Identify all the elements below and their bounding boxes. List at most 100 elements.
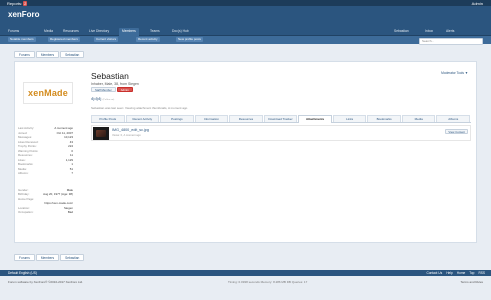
nav-tab-live-directory[interactable]: Live Directory: [89, 28, 109, 34]
nav-tab-resources[interactable]: Resources: [63, 28, 79, 34]
stat-row: Albums: 7: [16, 171, 75, 176]
attachment-thumbnail[interactable]: [93, 127, 109, 140]
sub-nav: Notable members Registered members Curre…: [0, 36, 491, 44]
footer-link-help[interactable]: Help: [446, 271, 453, 275]
search-input[interactable]: Search...: [419, 38, 483, 45]
terms-link[interactable]: Terms and Rules: [460, 280, 483, 284]
site-header: [0, 6, 491, 26]
tab-profile-posts[interactable]: Profile Posts: [91, 115, 125, 122]
stat-key: Last Activity:: [18, 126, 35, 130]
nav-tab-teams[interactable]: Teams: [150, 28, 160, 34]
breadcrumb-sebastian[interactable]: Sebastian: [60, 254, 85, 261]
admin-badge: Admin: [116, 87, 133, 92]
stat-key: Bookmarks:: [18, 162, 34, 166]
mood-note: (Follow us): [102, 98, 115, 101]
profile-subtitle: Inhaber, Male, 38, from Siegen: [91, 82, 139, 86]
tab-download-tracker[interactable]: Download Tracker: [263, 115, 298, 122]
info-key: Birthday:: [18, 192, 30, 196]
stat-value: 1,129: [65, 157, 73, 162]
copyright-text[interactable]: Forum software by XenForo® ©2010-2017 Xe…: [8, 280, 83, 284]
info-row: Occupation: Bad: [16, 210, 75, 215]
stat-value: 1: [71, 162, 73, 166]
stat-value: 43: [69, 139, 73, 144]
info-key: Gender:: [18, 187, 29, 192]
view-content-button[interactable]: View Content: [445, 129, 468, 134]
moderator-tools-menu[interactable]: Moderator Tools ▼: [441, 71, 468, 75]
nav-user-sebastian[interactable]: Sebastian: [394, 28, 409, 34]
breadcrumb: Forums Members Sebastian: [14, 51, 85, 58]
attachment-item: IMG_4800_edit_sc.jpg Views: 0, A moment …: [91, 125, 471, 141]
user-badges: Staff Member Admin: [91, 87, 133, 92]
footer-link-top[interactable]: Top: [469, 271, 474, 275]
stat-key: Albums:: [18, 171, 29, 175]
nav-alerts[interactable]: Alerts: [446, 28, 454, 34]
footer-bar: Default English (US) Contact Us Help Hom…: [0, 270, 491, 276]
stat-value: A moment ago: [54, 126, 73, 130]
nav-tab-docs-hub[interactable]: Doc(s) Hub: [172, 28, 189, 34]
breadcrumb-forums[interactable]: Forums: [14, 254, 35, 261]
stat-value[interactable]: 10,123: [64, 135, 73, 139]
stat-value: 0: [71, 148, 73, 153]
nav-tab-media[interactable]: Media: [44, 28, 53, 34]
nav-inbox[interactable]: Inbox: [425, 28, 433, 34]
footer-link-home[interactable]: Home: [457, 271, 466, 275]
tab-media[interactable]: Media: [401, 115, 436, 122]
main-nav: Forums Media Resources Live Directory Me…: [0, 26, 491, 36]
tab-postings[interactable]: Postings: [160, 115, 194, 122]
subnav-recent-activity[interactable]: Recent activity: [136, 37, 160, 42]
footer-links: Contact Us Help Home Top RSS: [426, 271, 485, 275]
tab-links[interactable]: Links: [332, 115, 367, 122]
tab-attachments[interactable]: Attachments: [298, 115, 332, 123]
style-language-chooser[interactable]: Default English (US): [8, 271, 37, 275]
stat-key: Messages:: [18, 135, 32, 139]
stat-key: Trophy Points:: [18, 144, 37, 148]
staff-member-badge: Staff Member: [91, 87, 116, 92]
stat-key: Likes Received:: [18, 139, 39, 144]
stat-key: Resources:: [18, 153, 33, 157]
subnav-notable-members[interactable]: Notable members: [8, 37, 36, 42]
home-page-link[interactable]: https://xen-made.com/: [44, 201, 73, 205]
info-value: Bad: [67, 210, 73, 214]
avatar-logo-text: xenMade: [28, 88, 68, 98]
timing-info: Timing: 0.0938 seconds Memory: 8.286 MB …: [228, 280, 308, 284]
rss-icon[interactable]: RSS: [478, 271, 485, 275]
footer-link-contact[interactable]: Contact Us: [426, 271, 442, 275]
breadcrumb-sebastian[interactable]: Sebastian: [60, 51, 85, 58]
tab-recent-activity[interactable]: Recent Activity: [125, 115, 160, 122]
info-value[interactable]: Siegen: [64, 206, 73, 210]
subnav-registered-members[interactable]: Registered members: [48, 37, 80, 42]
breadcrumb-forums[interactable]: Forums: [14, 51, 35, 58]
info-value: Male: [66, 187, 73, 192]
nav-tab-members[interactable]: Members: [119, 28, 139, 36]
breadcrumb-members[interactable]: Members: [35, 51, 60, 58]
subnav-new-profile-posts[interactable]: New profile posts: [176, 37, 204, 42]
site-logo[interactable]: xenForo: [8, 10, 40, 19]
tab-resources[interactable]: Resources: [229, 115, 263, 122]
last-seen-text: Sebastian was last seen: Viewing attachm…: [91, 106, 188, 110]
info-key: Location:: [18, 205, 30, 210]
stat-value: Oct 11, 2007: [56, 130, 73, 135]
breadcrumb-bottom: Forums Members Sebastian: [14, 254, 85, 261]
stat-value[interactable]: 51: [70, 167, 73, 171]
tab-information[interactable]: Information: [194, 115, 229, 122]
stat-value[interactable]: 224: [68, 144, 73, 148]
stat-key: Media:: [18, 166, 27, 171]
avatar[interactable]: xenMade: [23, 82, 73, 104]
info-key: Home Page:: [18, 196, 35, 201]
profile-tabs: Profile Posts Recent Activity Postings I…: [91, 115, 471, 123]
profile-name: Sebastian: [91, 71, 129, 81]
attachment-meta: Views: 0, A moment ago: [112, 134, 141, 137]
stat-value[interactable]: 7: [71, 171, 73, 175]
stat-key: Warning Points:: [18, 148, 39, 153]
subnav-current-visitors[interactable]: Current visitors: [94, 37, 119, 42]
stat-value[interactable]: 11: [70, 153, 73, 157]
stat-key: Joined:: [18, 130, 28, 135]
profile-sidebar: Last Activity: A moment ago Joined: Oct 11…: [16, 126, 75, 215]
tab-bookmarks[interactable]: Bookmarks: [367, 115, 401, 122]
attachment-filename[interactable]: IMG_4800_edit_sc.jpg: [112, 128, 149, 132]
mood-text: djdjdj: [91, 96, 102, 101]
breadcrumb-members[interactable]: Members: [35, 254, 60, 261]
nav-tab-forums[interactable]: Forums: [8, 28, 19, 34]
tab-albums[interactable]: Albums: [436, 115, 471, 122]
profile-mood: djdjdj (Follow us): [91, 96, 114, 101]
